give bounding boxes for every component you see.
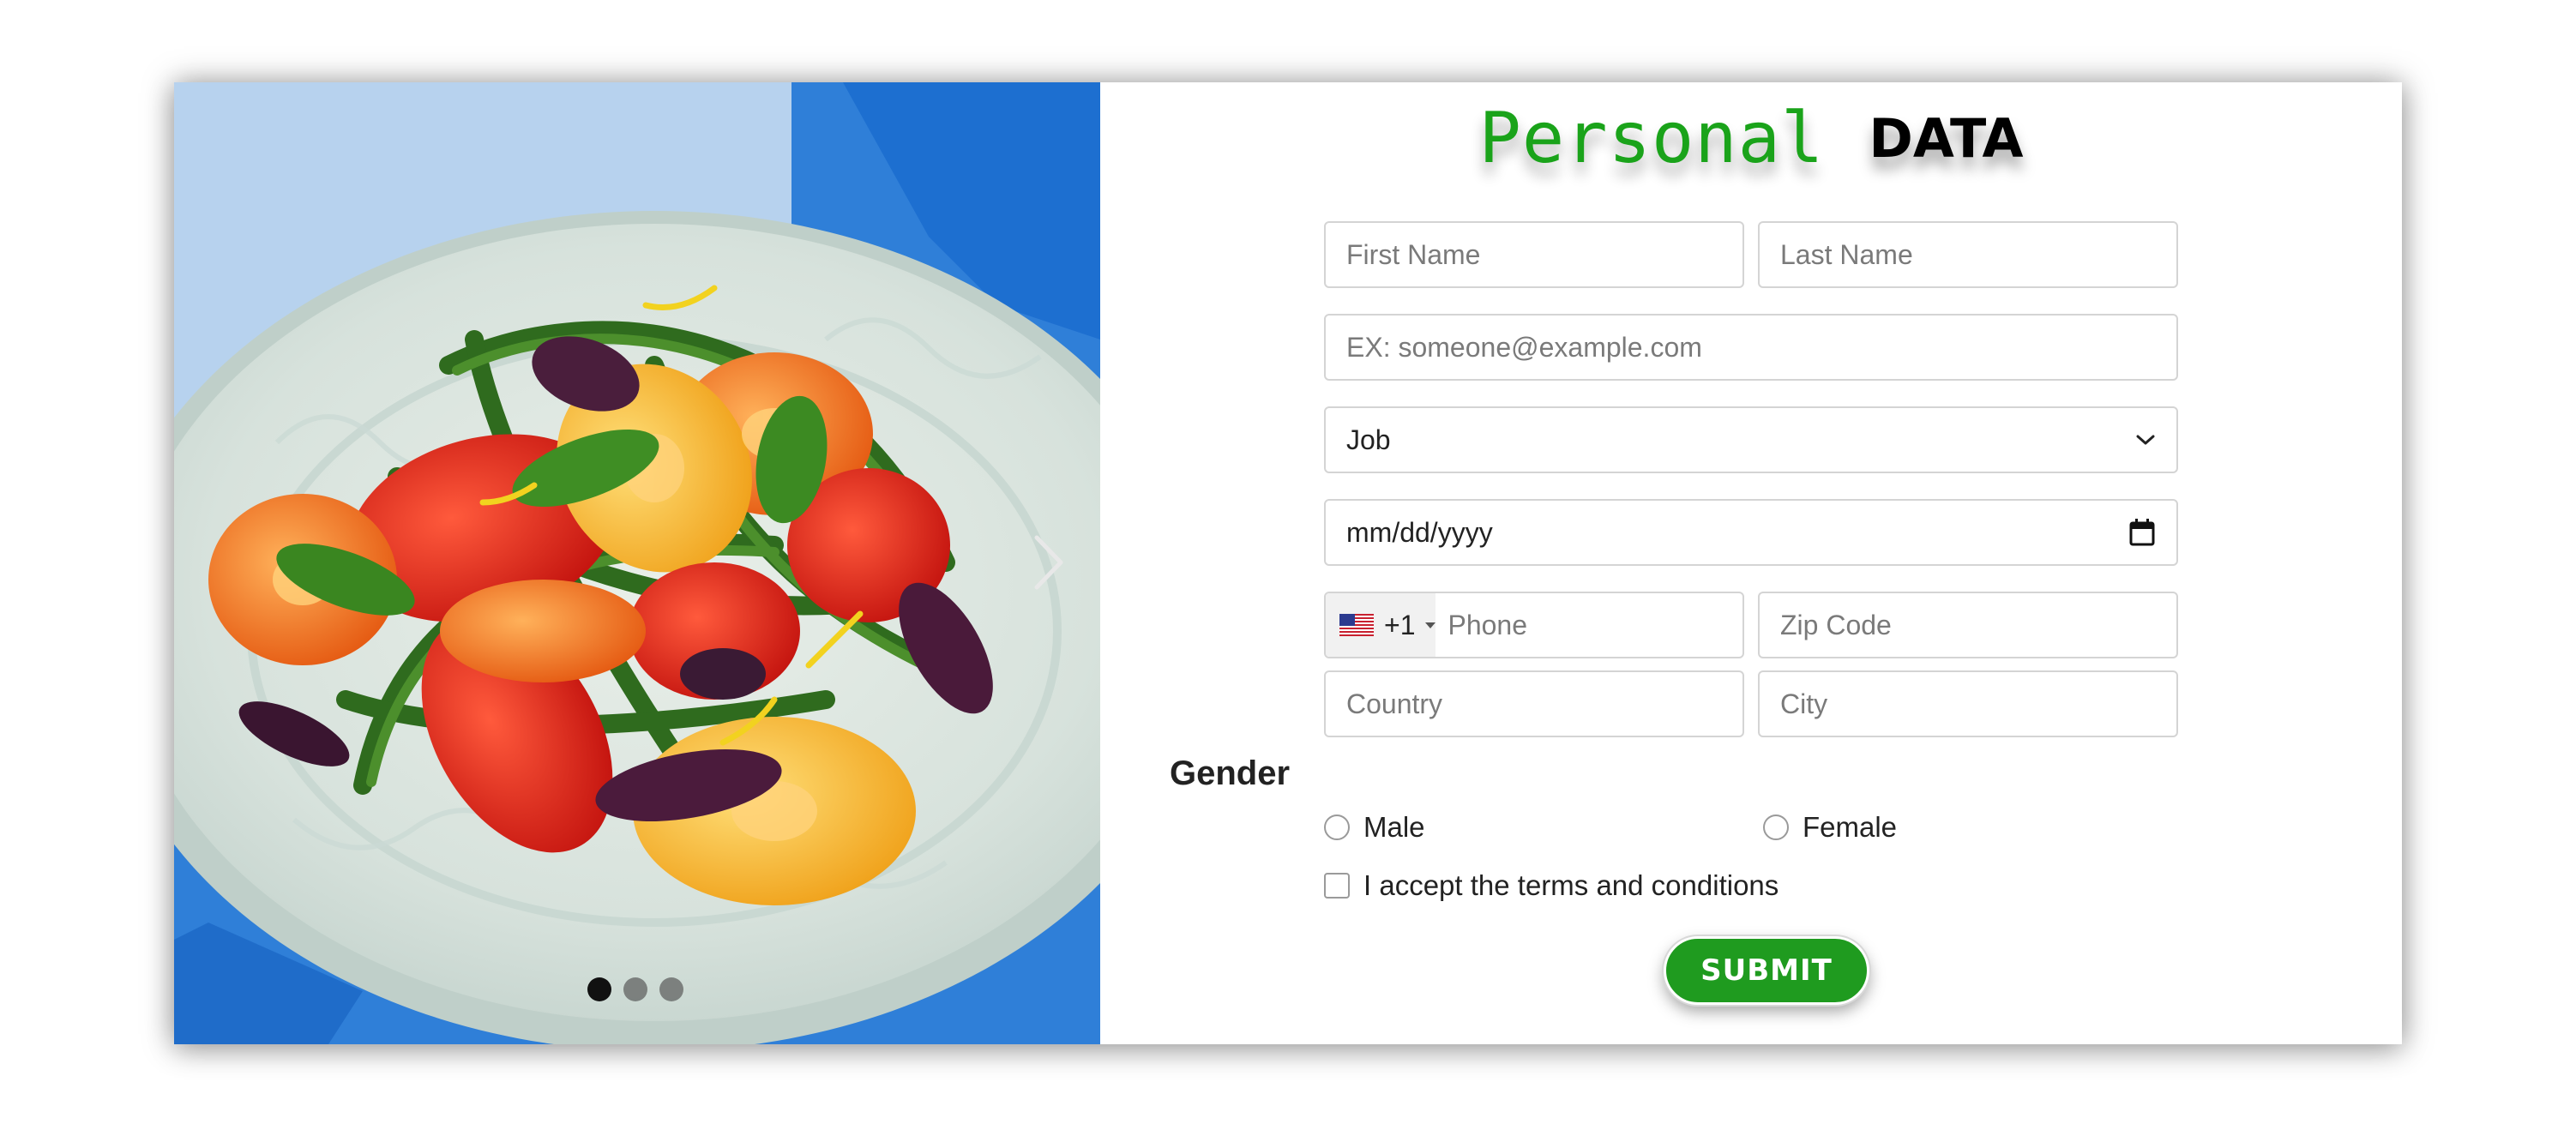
- carousel-indicator[interactable]: [659, 977, 683, 1001]
- carousel-indicators: [587, 977, 683, 1001]
- us-flag-icon: [1339, 614, 1374, 636]
- gender-heading: Gender: [1170, 754, 1291, 792]
- date-placeholder: mm/dd/yyyy: [1346, 516, 1493, 548]
- terms-label: I accept the terms and conditions: [1363, 869, 1779, 901]
- phone-country-select[interactable]: +1: [1326, 593, 1436, 657]
- submit-button[interactable]: SUBMIT: [1664, 936, 1869, 1005]
- phone-input[interactable]: [1435, 593, 1742, 657]
- carousel-indicator[interactable]: [623, 977, 647, 1001]
- phone-country-code: +1: [1384, 609, 1416, 640]
- phone-field: +1: [1324, 592, 1744, 658]
- birth-date-input[interactable]: mm/dd/yyyy: [1324, 499, 2178, 566]
- gender-female-label: Female: [1803, 811, 1898, 843]
- job-select[interactable]: Job: [1324, 406, 2178, 473]
- title-word-personal: Personal: [1478, 97, 1825, 179]
- zip-code-input[interactable]: [1758, 592, 2178, 658]
- page-title: Personal DATA: [1100, 82, 2402, 194]
- terms-checkbox[interactable]: [1324, 873, 1350, 899]
- gender-female-radio[interactable]: [1763, 814, 1789, 840]
- city-input[interactable]: [1758, 670, 2178, 737]
- job-select-value: Job: [1346, 424, 1391, 455]
- image-carousel[interactable]: [174, 82, 1100, 1044]
- terms-option[interactable]: I accept the terms and conditions: [1324, 869, 1779, 902]
- chevron-down-icon: [2135, 433, 2156, 447]
- email-input[interactable]: [1324, 314, 2178, 381]
- calendar-icon[interactable]: [2128, 518, 2156, 547]
- gender-male-label: Male: [1363, 811, 1425, 843]
- chevron-right-icon: [1034, 535, 1063, 590]
- gender-male-option[interactable]: Male: [1324, 811, 1425, 844]
- carousel-next-button[interactable]: [1014, 511, 1083, 614]
- carousel-indicator[interactable]: [587, 977, 611, 1001]
- country-input[interactable]: [1324, 670, 1744, 737]
- first-name-input[interactable]: [1324, 221, 1744, 288]
- gender-male-radio[interactable]: [1324, 814, 1350, 840]
- title-word-data: DATA: [1869, 106, 2024, 170]
- last-name-input[interactable]: [1758, 221, 2178, 288]
- gender-female-option[interactable]: Female: [1763, 811, 1897, 844]
- caret-down-icon: [1425, 622, 1436, 628]
- salad-photo: [174, 82, 1100, 1044]
